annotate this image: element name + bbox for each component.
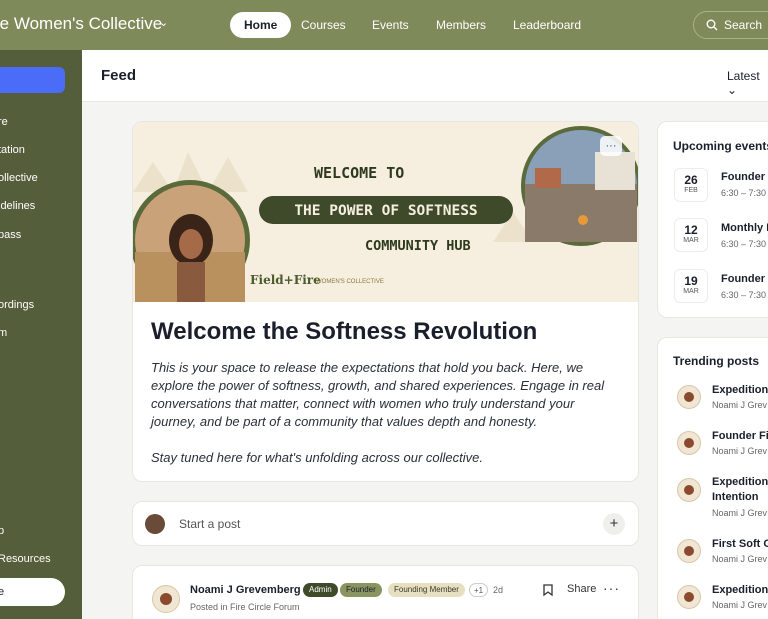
badge-more[interactable]: +1 bbox=[469, 583, 489, 597]
trending-post-author: Noami J Grev bbox=[712, 400, 768, 410]
sidebar-item[interactable]: ollective bbox=[0, 172, 38, 184]
posted-in[interactable]: Posted in Fire Circle Forum bbox=[190, 602, 300, 612]
more-icon: ··· bbox=[606, 140, 617, 152]
feed-header: Feed Latest ⌄ bbox=[82, 50, 768, 102]
nav-members[interactable]: Members bbox=[436, 12, 486, 38]
sidebar-item[interactable]: re bbox=[0, 116, 8, 128]
welcome-paragraph: This is your space to release the expect… bbox=[151, 360, 605, 429]
share-button[interactable]: Share bbox=[543, 583, 597, 596]
trending-post-title[interactable]: Expedition bbox=[712, 475, 768, 490]
sidebar-primary-button[interactable] bbox=[0, 67, 65, 93]
event-time: 6:30 – 7:30 bbox=[721, 239, 767, 249]
avatar bbox=[677, 385, 701, 409]
event-time: 6:30 – 7:30 bbox=[721, 290, 767, 300]
share-label: Share bbox=[567, 583, 597, 595]
search-button[interactable]: Search bbox=[693, 11, 768, 39]
search-label: Search bbox=[724, 18, 763, 32]
event-time: 6:30 – 7:30 bbox=[721, 188, 767, 198]
sidebar-item[interactable]: idelines bbox=[0, 200, 35, 212]
event-date: 12 MAR bbox=[674, 218, 708, 252]
trending-post-title-cont[interactable]: Intention bbox=[712, 490, 758, 505]
search-icon bbox=[706, 19, 718, 31]
top-bar: re Women's Collective ⌄ Home Courses Eve… bbox=[0, 0, 768, 50]
welcome-title: Welcome the Softness Revolution bbox=[151, 318, 538, 345]
event-name[interactable]: Monthly F bbox=[721, 222, 768, 234]
sort-label: Latest bbox=[727, 69, 760, 83]
event-name[interactable]: Founder F bbox=[721, 273, 768, 285]
hero-banner: ··· WELCOME TO THE POWER OF SOFTNESS COM… bbox=[133, 122, 638, 302]
trending-post-title[interactable]: Founder Fir bbox=[712, 429, 768, 444]
sidebar-item[interactable]: pass bbox=[0, 229, 21, 241]
avatar bbox=[145, 514, 165, 534]
nav-home[interactable]: Home bbox=[230, 12, 292, 38]
avatar bbox=[677, 478, 701, 502]
event-month: MAR bbox=[683, 288, 699, 295]
trending-post-author: Noami J Grev bbox=[712, 554, 768, 564]
chevron-down-icon[interactable]: ⌄ bbox=[159, 16, 168, 29]
sidebar: re tation ollective idelines pass ording… bbox=[0, 50, 82, 619]
trending-post-title[interactable]: Expedition bbox=[712, 383, 768, 398]
welcome-body: This is your space to release the expect… bbox=[151, 359, 621, 467]
bookmark-icon[interactable] bbox=[543, 584, 553, 596]
sidebar-item[interactable]: tation bbox=[0, 144, 25, 156]
trending-post-title[interactable]: Expedition bbox=[712, 583, 768, 598]
event-day: 19 bbox=[684, 274, 698, 288]
sidebar-item[interactable]: p bbox=[0, 525, 4, 537]
avatar bbox=[677, 431, 701, 455]
event-month: MAR bbox=[683, 237, 699, 244]
hero-line-3: COMMUNITY HUB bbox=[365, 238, 471, 254]
trending-post-author: Noami J Grev bbox=[712, 600, 768, 610]
event-date: 19 MAR bbox=[674, 269, 708, 303]
community-name[interactable]: re Women's Collective bbox=[0, 14, 162, 34]
start-post-input[interactable]: Start a post bbox=[179, 517, 240, 531]
sort-dropdown[interactable]: Latest ⌄ bbox=[727, 69, 768, 97]
badge-founding-member: Founding Member bbox=[388, 583, 465, 597]
avatar[interactable] bbox=[152, 585, 180, 613]
trending-post-author: Noami J Grev bbox=[712, 508, 768, 518]
nav-leaderboard[interactable]: Leaderboard bbox=[513, 12, 581, 38]
hero-illustration: ··· WELCOME TO THE POWER OF SOFTNESS COM… bbox=[133, 122, 638, 302]
event-day: 12 bbox=[684, 223, 698, 237]
event-month: FEB bbox=[684, 187, 698, 194]
chevron-down-icon: ⌄ bbox=[727, 83, 738, 97]
hero-line-2: THE POWER OF SOFTNESS bbox=[294, 203, 477, 219]
welcome-paragraph: Stay tuned here for what's unfolding acr… bbox=[151, 450, 483, 465]
event-day: 26 bbox=[684, 173, 698, 187]
badge-founder: Founder bbox=[340, 583, 382, 597]
post-author[interactable]: Noami J Grevemberg bbox=[190, 584, 301, 596]
nav-courses[interactable]: Courses bbox=[301, 12, 346, 38]
trending-title: Trending posts bbox=[673, 354, 760, 368]
logo: Field+Fire bbox=[250, 273, 321, 287]
trending-post-author: Noami J Grev bbox=[712, 446, 768, 456]
post-age: 2d bbox=[493, 585, 504, 595]
more-icon[interactable]: ··· bbox=[603, 580, 620, 596]
trending-post-title[interactable]: First Soft G bbox=[712, 537, 768, 552]
hero-line-1: WELCOME TO bbox=[314, 164, 404, 182]
sidebar-item-resources[interactable]: Resources bbox=[0, 553, 51, 565]
upcoming-events-card: Upcoming events 26FEB Founder F 6:30 – 7… bbox=[657, 121, 768, 318]
plus-icon[interactable]: + bbox=[603, 513, 625, 535]
avatar bbox=[677, 539, 701, 563]
events-title: Upcoming events bbox=[673, 139, 768, 153]
welcome-card: ··· WELCOME TO THE POWER OF SOFTNESS COM… bbox=[132, 121, 639, 482]
event-name[interactable]: Founder F bbox=[721, 171, 768, 183]
trending-posts-card: Trending posts Expedition Noami J Grev F… bbox=[657, 337, 768, 619]
badge-admin: Admin bbox=[303, 583, 338, 597]
logo-sub: WOMEN'S COLLECTIVE bbox=[316, 279, 384, 285]
nav-events[interactable]: Events bbox=[372, 12, 409, 38]
sidebar-item[interactable]: m bbox=[0, 327, 7, 339]
post-card: Noami J Grevemberg Admin Founder Foundin… bbox=[132, 565, 639, 619]
event-date: 26 FEB bbox=[674, 168, 708, 202]
avatar bbox=[677, 585, 701, 609]
post-composer[interactable]: Start a post + bbox=[132, 501, 639, 546]
sidebar-bottom-button[interactable]: e bbox=[0, 578, 65, 606]
page-title: Feed bbox=[101, 67, 137, 84]
sidebar-item[interactable]: ordings bbox=[0, 299, 34, 311]
